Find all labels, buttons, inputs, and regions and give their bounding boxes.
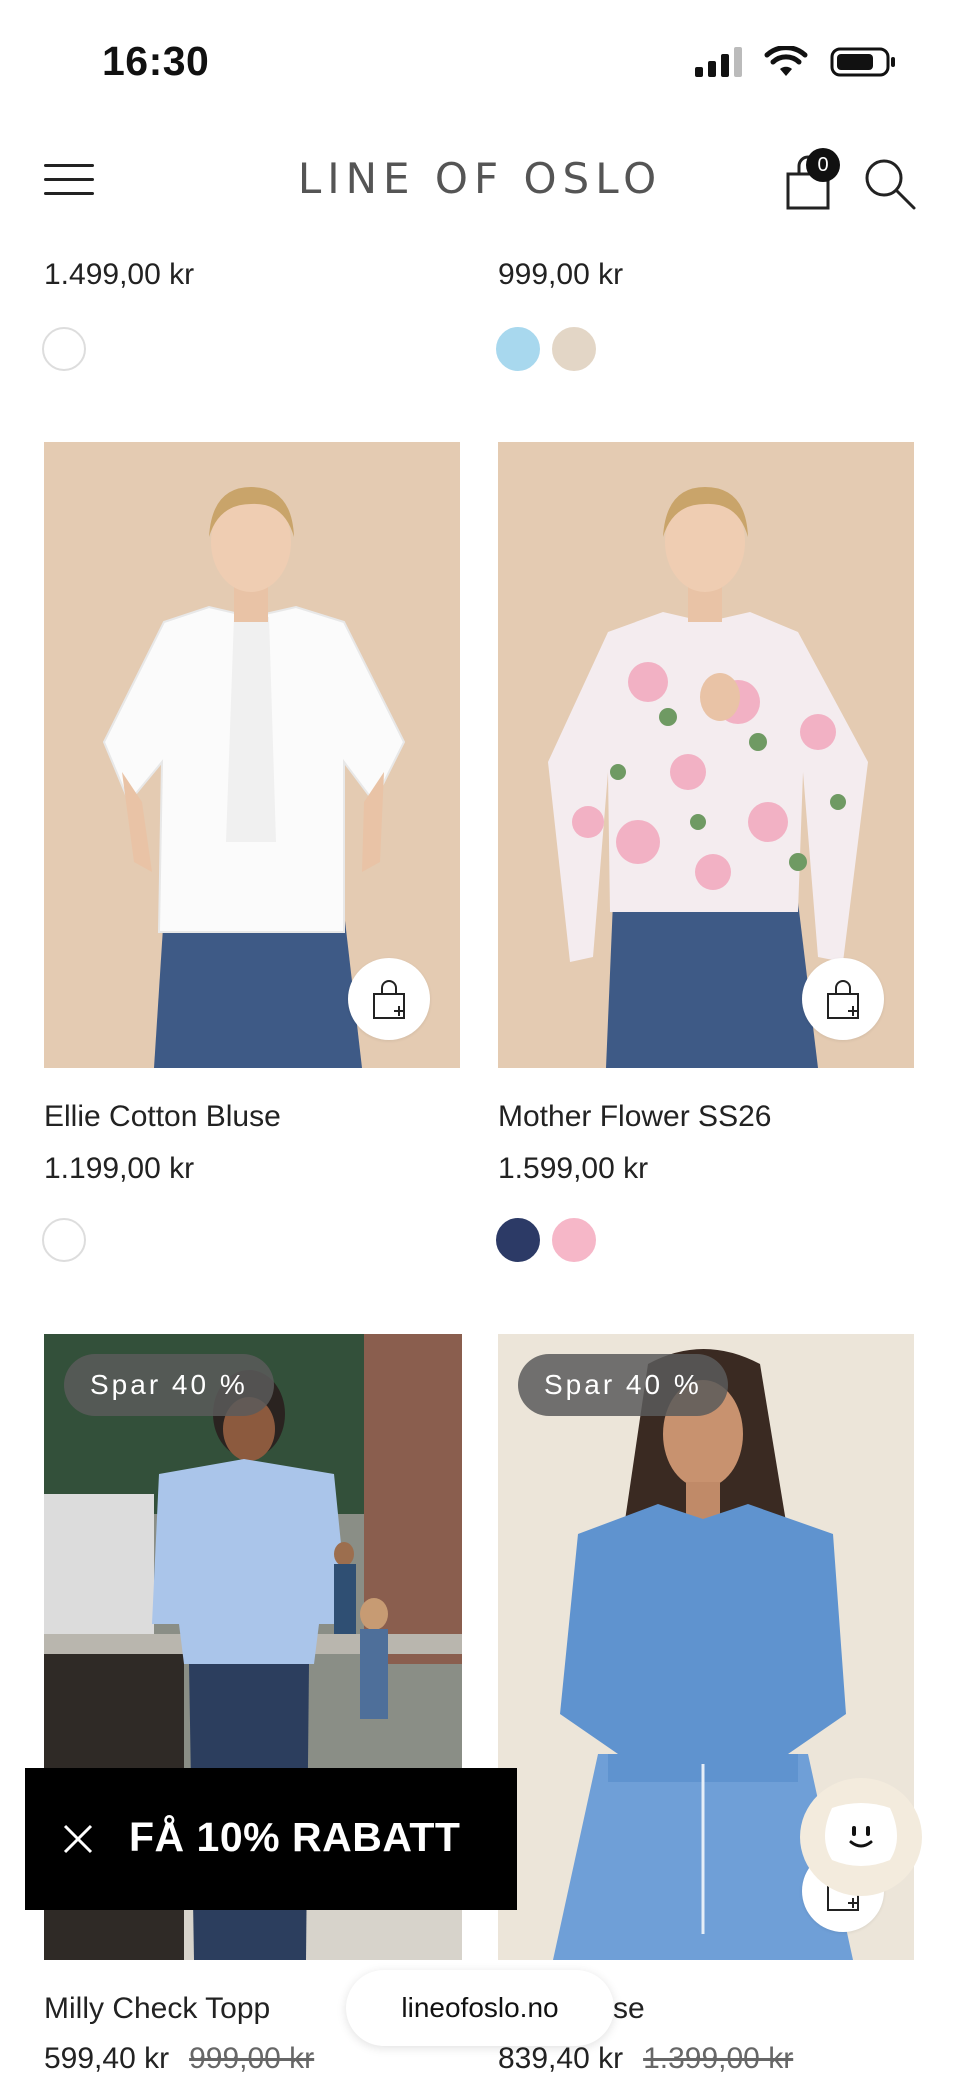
status-icons (695, 46, 896, 78)
color-swatch-beige[interactable] (552, 327, 596, 371)
product-name[interactable]: Mother Flower SS26 (498, 1100, 771, 1134)
cart-count-badge: 0 (806, 148, 840, 182)
product-price: 839,40 kr 1.399,00 kr (498, 2042, 793, 2076)
promo-label: FÅ 10% RABATT (129, 1814, 461, 1860)
product-image-ellie-cotton-bluse[interactable] (44, 442, 460, 1068)
battery-icon (830, 47, 895, 77)
search-icon[interactable] (862, 156, 918, 212)
discount-promo-banner[interactable]: FÅ 10% RABATT (25, 1768, 517, 1910)
product-price: 1.599,00 kr (498, 1152, 649, 1185)
chat-bot-icon (825, 1803, 897, 1866)
original-price: 1.399,00 kr (643, 2042, 794, 2075)
original-price: 999,00 kr (189, 2042, 315, 2075)
product-name[interactable]: Ellie Cotton Bluse (44, 1100, 281, 1134)
color-swatch-pink[interactable] (552, 1218, 596, 1262)
add-to-bag-button[interactable] (348, 958, 430, 1040)
bag-plus-icon (373, 980, 405, 1019)
discount-badge: Spar 40 % (64, 1354, 274, 1416)
product-price: 599,40 kr 999,00 kr (44, 2042, 314, 2076)
app-header: LINE OF OSLO 0 (0, 130, 960, 230)
add-to-bag-button[interactable] (802, 958, 884, 1040)
browser-url-bar[interactable]: lineofoslo.no (346, 1970, 614, 2046)
chat-button[interactable] (800, 1778, 922, 1896)
product-image-mother-flower-ss26[interactable] (498, 442, 914, 1068)
signal-icon (695, 47, 742, 77)
product-name[interactable]: Milly Check Topp (44, 1992, 270, 2026)
sale-price: 599,40 kr (44, 2042, 170, 2075)
status-bar: 16:30 (0, 0, 960, 130)
color-swatch-white[interactable] (42, 1218, 86, 1262)
status-time: 16:30 (102, 38, 210, 84)
wifi-icon (764, 46, 808, 76)
discount-badge: Spar 40 % (518, 1354, 728, 1416)
product-price: 1.499,00 kr (44, 258, 195, 291)
product-price: 999,00 kr (498, 258, 624, 291)
color-swatch-navy[interactable] (496, 1218, 540, 1262)
color-swatch-light-blue[interactable] (496, 327, 540, 371)
close-icon[interactable] (59, 1820, 97, 1858)
color-swatch-white[interactable] (42, 327, 86, 371)
bag-plus-icon (827, 980, 859, 1019)
product-price: 1.199,00 kr (44, 1152, 195, 1185)
sale-price: 839,40 kr (498, 2042, 624, 2075)
